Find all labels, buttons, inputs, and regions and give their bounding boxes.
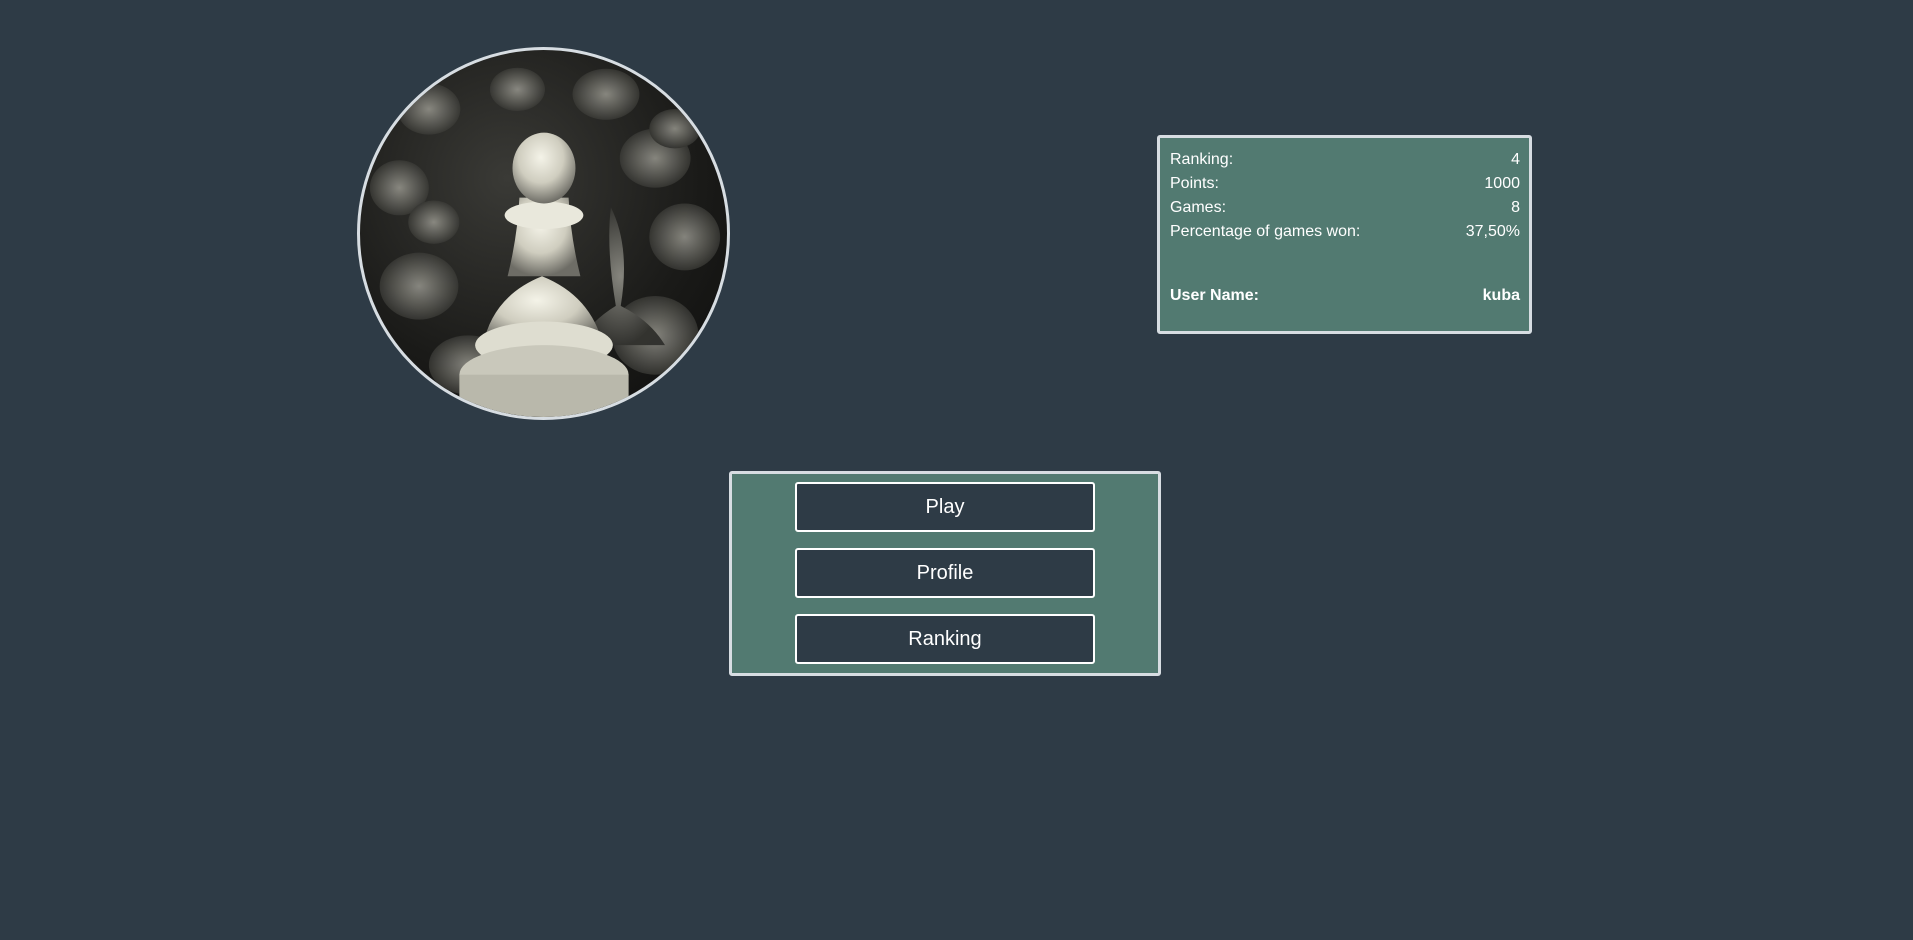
stat-value: 37,50% <box>1465 223 1520 240</box>
stat-label: Points: <box>1170 175 1219 192</box>
username-label: User Name: <box>1170 287 1259 304</box>
ranking-button[interactable]: Ranking <box>795 614 1095 664</box>
stat-value: 8 <box>1511 199 1520 216</box>
stat-value: 4 <box>1511 151 1520 168</box>
stat-label: Ranking: <box>1170 151 1234 168</box>
stat-row-ranking: Ranking: 4 <box>1170 148 1520 172</box>
username-value: kuba <box>1482 287 1520 304</box>
profile-button[interactable]: Profile <box>795 548 1095 598</box>
stat-value: 1000 <box>1484 175 1520 192</box>
stat-row-games: Games: 8 <box>1170 196 1520 220</box>
stat-row-username: User Name: kuba <box>1170 284 1520 308</box>
stat-row-points: Points: 1000 <box>1170 172 1520 196</box>
play-button[interactable]: Play <box>795 482 1095 532</box>
stat-label: Games: <box>1170 199 1227 216</box>
avatar <box>357 47 730 420</box>
stat-label: Percentage of games won: <box>1170 223 1361 240</box>
stats-panel: Ranking: 4 Points: 1000 Games: 8 Percent… <box>1157 135 1532 334</box>
stat-row-win-percentage: Percentage of games won: 37,50% <box>1170 220 1520 244</box>
chess-pawn-image <box>369 67 721 417</box>
main-menu: Play Profile Ranking <box>729 471 1161 676</box>
